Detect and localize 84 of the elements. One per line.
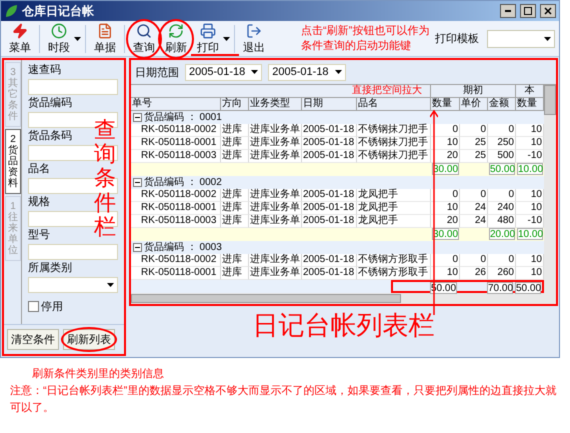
- refresh-icon: [168, 22, 184, 38]
- document-icon: [97, 22, 113, 38]
- column-header[interactable]: 品名: [357, 98, 431, 111]
- minimize-icon: [505, 10, 511, 12]
- total-cell: 30.00: [432, 228, 459, 240]
- annotation-text: 注意：“日记台帐列表栏”里的数据显示空格不够大而显示不了的区域，如果要查看，只要把列属性的边直接拉大就可以了。: [10, 384, 558, 416]
- total-cell: 30.00: [432, 163, 459, 175]
- toolbar-button[interactable]: 菜单: [5, 22, 35, 56]
- toolbar-button[interactable]: 退出: [239, 22, 269, 56]
- column-header[interactable]: 单号: [131, 98, 221, 111]
- collapse-icon[interactable]: [133, 178, 142, 187]
- total-cell: 10.00: [517, 228, 543, 240]
- toolbar-button[interactable]: 单据: [90, 22, 120, 56]
- field-label: 规格: [28, 196, 50, 209]
- total-cell: 50.00: [489, 163, 515, 175]
- input-field[interactable]: [28, 79, 118, 95]
- column-header[interactable]: 方向: [221, 98, 249, 111]
- close-icon: [544, 7, 552, 15]
- toolbar-button[interactable]: 刷新: [161, 22, 191, 56]
- header-cell: 本: [516, 85, 544, 98]
- group-label: 货品编码 ： 0002: [144, 176, 222, 188]
- caret-icon: [251, 70, 258, 74]
- collapse-icon[interactable]: [133, 243, 142, 252]
- field-label: 速查码: [28, 64, 61, 77]
- collapse-icon[interactable]: [133, 113, 142, 122]
- caret-icon: [223, 36, 230, 40]
- annotation-text: 刷新条件类别里的类别信息: [31, 366, 165, 382]
- annotation-text: 查询条件栏: [94, 118, 116, 239]
- total-cell: 10.00: [517, 163, 543, 175]
- toolbar-button[interactable]: 查询: [129, 22, 159, 56]
- maximize-icon: [524, 7, 532, 15]
- clock-icon: [51, 22, 67, 38]
- caret-icon: [334, 70, 342, 74]
- side-tab[interactable]: 2 货品资料: [5, 129, 21, 194]
- annotation-circle: [61, 327, 117, 352]
- column-header[interactable]: 数量: [516, 98, 544, 111]
- column-header[interactable]: 日期: [302, 98, 357, 111]
- vertical-scrollbar[interactable]: [544, 85, 556, 293]
- column-header[interactable]: 金额: [488, 98, 516, 111]
- caret-icon: [107, 283, 114, 287]
- date-select[interactable]: 2005-01-18: [185, 64, 262, 80]
- close-button[interactable]: [540, 4, 556, 18]
- field-label: 打印模板: [435, 32, 479, 46]
- header-cell: 期初: [431, 85, 516, 98]
- lightning-icon: [12, 22, 28, 38]
- panel-button[interactable]: 刷新列表: [63, 329, 115, 350]
- column-header[interactable]: 业务类型: [249, 98, 302, 111]
- annotation-text: 点击“刷新”按钮也可以作为 条件查询的启动功能键: [301, 24, 430, 54]
- field-label: 型号: [28, 229, 50, 242]
- field-label: 品名: [28, 163, 50, 176]
- search-icon: [136, 22, 152, 38]
- total-cell: 20.00: [489, 228, 515, 240]
- checkbox-label: 停用: [41, 300, 63, 314]
- field-label: 货品条码: [28, 130, 72, 143]
- date-select[interactable]: 2005-01-18: [268, 64, 346, 80]
- table-cell: 260: [488, 267, 516, 280]
- column-header[interactable]: 数量: [431, 98, 460, 111]
- annotation-text: 日记台帐列表栏: [252, 309, 436, 342]
- field-label: 所属类别: [28, 262, 72, 275]
- window-title: 仓库日记台帐: [22, 2, 95, 20]
- toolbar-button[interactable]: 时段: [44, 22, 74, 56]
- total-cell: 70.00: [487, 282, 513, 294]
- exit-icon: [246, 22, 262, 38]
- caret-icon: [74, 36, 81, 40]
- leaf-icon: [4, 4, 18, 18]
- panel-button[interactable]: 清空条件: [7, 329, 59, 350]
- table-cell: 10: [431, 267, 460, 280]
- horizontal-scrollbar[interactable]: [131, 293, 556, 304]
- group-label: 货品编码 ： 0003: [144, 242, 222, 254]
- toolbar-button[interactable]: 打印: [193, 22, 223, 56]
- field-label: 日期范围: [135, 66, 179, 80]
- table-cell: 26: [460, 267, 488, 280]
- annotation-line: [191, 54, 239, 56]
- checkbox[interactable]: [28, 301, 39, 312]
- column-header[interactable]: 单价: [460, 98, 488, 111]
- printer-icon: [200, 22, 216, 38]
- group-label: 货品编码 ： 0001: [144, 112, 222, 124]
- total-cell: 50.00: [515, 282, 541, 294]
- minimize-button[interactable]: [500, 4, 516, 18]
- maximize-button[interactable]: [520, 4, 536, 18]
- input-field[interactable]: [28, 244, 118, 260]
- header-cell: 直接把空间拉大: [131, 85, 431, 98]
- caret-icon: [544, 36, 551, 40]
- field-label: 货品编码: [28, 97, 72, 110]
